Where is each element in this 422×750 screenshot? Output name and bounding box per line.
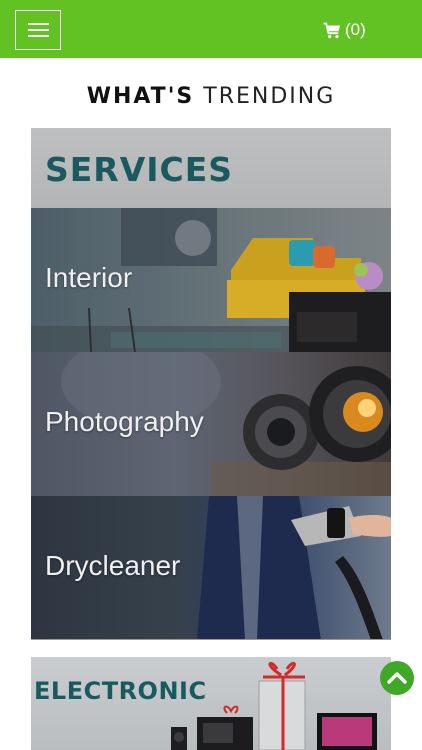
service-label-drycleaner: Drycleaner [45, 550, 181, 581]
trending-title-light: TRENDING [203, 84, 336, 109]
services-card-header: SERVICES [31, 128, 391, 208]
back-to-top-button[interactable] [380, 661, 414, 695]
trending-title: WHAT'S TRENDING [0, 84, 422, 109]
service-item-drycleaner[interactable]: Drycleaner [31, 496, 391, 639]
electronic-card[interactable]: ELECTRONIC [31, 657, 391, 750]
electronic-heading: ELECTRONIC [34, 677, 207, 705]
trending-title-bold: WHAT'S [86, 84, 195, 109]
shopping-cart-icon [323, 22, 340, 38]
menu-button[interactable] [15, 10, 61, 50]
top-bar: (0) [0, 0, 422, 58]
cart-button[interactable]: (0) [323, 18, 366, 42]
service-item-interior[interactable]: Interior [31, 208, 391, 352]
services-card[interactable]: SERVICES Interior Photography Drycleaner [31, 128, 391, 640]
service-label-photography: Photography [45, 406, 204, 437]
chevron-up-icon [387, 672, 407, 684]
services-heading: SERVICES [45, 150, 234, 189]
cart-count: (0) [345, 20, 366, 39]
service-item-photography[interactable]: Photography [31, 352, 391, 496]
service-label-interior: Interior [45, 262, 133, 293]
hamburger-menu-icon [28, 23, 49, 25]
